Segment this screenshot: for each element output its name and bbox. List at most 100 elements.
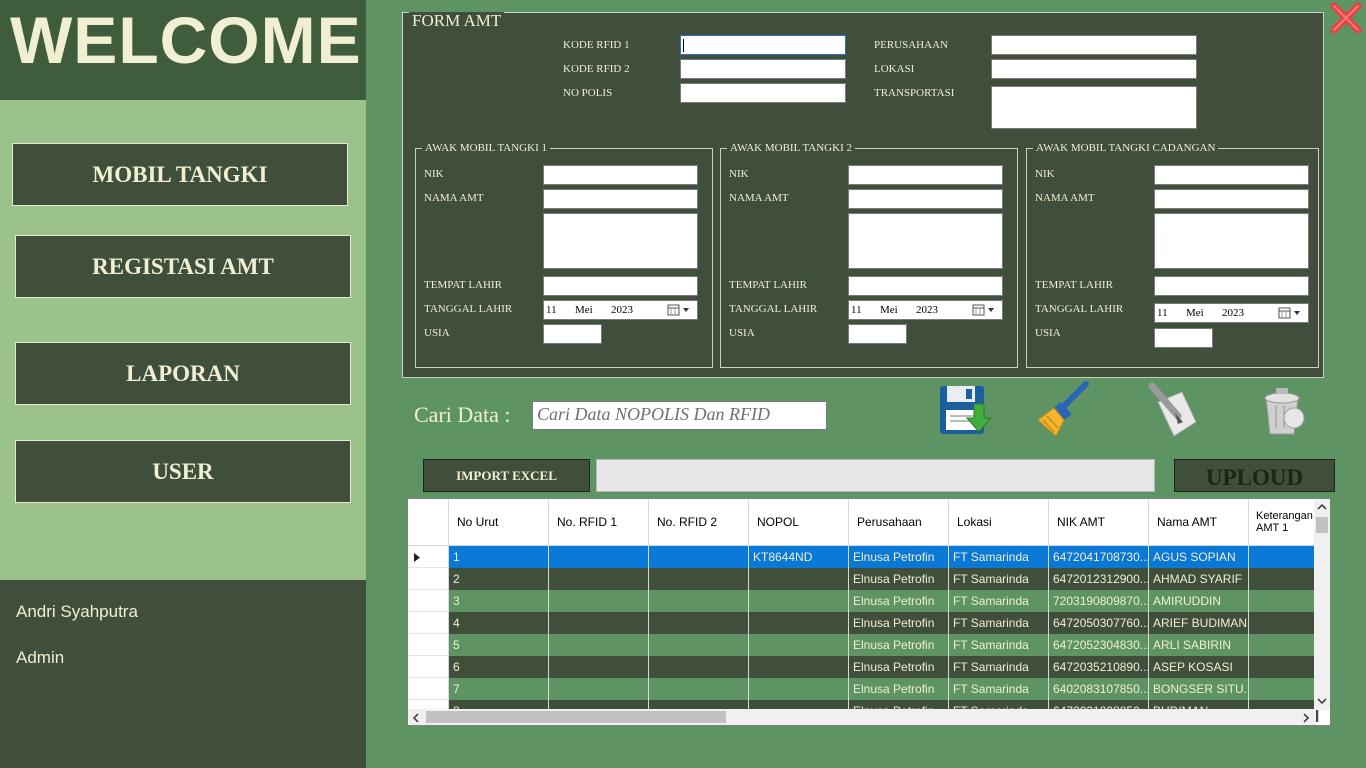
calendar-dropdown-icon[interactable] [1278,306,1304,320]
cell-nopol[interactable] [749,678,849,700]
cell-rfid-2[interactable] [649,678,749,700]
transportasi-input[interactable] [991,86,1197,129]
col-header-rfid-1[interactable]: No. RFID 1 [549,499,649,546]
cell-rfid-2[interactable] [649,612,749,634]
cell-keterangan[interactable] [1249,634,1319,656]
cell-lokasi[interactable]: FT Samarinda [949,656,1049,678]
col-header-nama-amt[interactable]: Nama AMT [1149,499,1249,546]
nama-amt-input[interactable] [1154,189,1309,209]
nik-input[interactable] [848,165,1003,185]
cell-keterangan[interactable] [1249,656,1319,678]
tanggal-lahir-picker[interactable]: 11 Mei 2023 [1154,303,1309,323]
col-header-nopol[interactable]: NOPOL [749,499,849,546]
horizontal-scroll-thumb[interactable] [426,711,726,723]
table-row[interactable]: 2 Elnusa Petrofin FT Samarinda 647201231290… [408,568,1319,590]
cell-nopol[interactable] [749,590,849,612]
usia-input[interactable] [1154,328,1213,348]
col-header-rfid-2[interactable]: No. RFID 2 [649,499,749,546]
edit-icon[interactable] [1148,382,1202,438]
cell-rfid-2[interactable] [649,568,749,590]
cell-rfid-2[interactable] [649,590,749,612]
tanggal-lahir-picker[interactable]: 11 Mei 2023 [848,300,1003,320]
registasi-amt-button[interactable]: REGISTASI AMT [15,235,351,298]
tempat-lahir-input[interactable] [543,276,698,296]
calendar-dropdown-icon[interactable] [972,303,998,317]
uploud-button[interactable]: UPLOUD [1174,459,1335,492]
cell-nik-amt[interactable]: 6472052304830... [1049,634,1149,656]
cell-no-urut[interactable]: 1 [449,546,549,568]
col-header-no-urut[interactable]: No Urut [449,499,549,546]
kode-rfid-1-input[interactable] [680,35,846,55]
col-header-lokasi[interactable]: Lokasi [949,499,1049,546]
cell-perusahaan[interactable]: Elnusa Petrofin [849,612,949,634]
cell-no-urut[interactable]: 2 [449,568,549,590]
cell-nik-amt[interactable]: 6472012312900... [1049,568,1149,590]
nik-input[interactable] [1154,165,1309,185]
cell-keterangan[interactable] [1249,590,1319,612]
cell-nama-amt[interactable]: BONGSER SITU... [1149,678,1249,700]
vertical-scrollbar[interactable] [1314,499,1330,710]
cell-nama-amt[interactable]: ARLI SABIRIN [1149,634,1249,656]
row-header[interactable] [408,634,449,656]
user-button[interactable]: USER [15,440,351,503]
scroll-left-icon[interactable] [412,713,420,723]
col-header-nik-amt[interactable]: NIK AMT [1049,499,1149,546]
cell-no-urut[interactable]: 3 [449,590,549,612]
close-icon[interactable] [1328,0,1364,36]
cell-rfid-1[interactable] [549,568,649,590]
cell-rfid-1[interactable] [549,612,649,634]
cell-no-urut[interactable]: 5 [449,634,549,656]
cell-keterangan[interactable] [1249,546,1319,568]
search-input[interactable]: Cari Data NOPOLIS Dan RFID [532,401,827,430]
cell-nik-amt[interactable]: 7203190809870... [1049,590,1149,612]
cell-perusahaan[interactable]: Elnusa Petrofin [849,634,949,656]
cell-nopol[interactable] [749,656,849,678]
address-input[interactable] [1154,213,1309,269]
cell-lokasi[interactable]: FT Samarinda [949,634,1049,656]
address-input[interactable] [543,213,698,269]
vertical-scroll-thumb[interactable] [1316,517,1328,533]
table-row[interactable]: 6 Elnusa Petrofin FT Samarinda 647203521089… [408,656,1319,678]
cell-nopol[interactable] [749,612,849,634]
perusahaan-input[interactable] [991,35,1197,55]
cell-rfid-2[interactable] [649,546,749,568]
broom-icon[interactable] [1034,380,1092,438]
cell-lokasi[interactable]: FT Samarinda [949,612,1049,634]
cell-keterangan[interactable] [1249,612,1319,634]
cell-keterangan[interactable] [1249,568,1319,590]
lokasi-input[interactable] [991,59,1197,79]
cell-nopol[interactable] [749,634,849,656]
kode-rfid-2-input[interactable] [680,59,846,79]
cell-nopol[interactable]: KT8644ND [749,546,849,568]
row-header[interactable] [408,546,449,568]
cell-no-urut[interactable]: 6 [449,656,549,678]
cell-perusahaan[interactable]: Elnusa Petrofin [849,546,949,568]
row-header[interactable] [408,590,449,612]
row-header[interactable] [408,612,449,634]
tanggal-lahir-picker[interactable]: 11 Mei 2023 [543,300,698,320]
usia-input[interactable] [848,324,907,344]
cell-nik-amt[interactable]: 6472050307760... [1049,612,1149,634]
cell-rfid-2[interactable] [649,634,749,656]
col-header-keterangan[interactable]: Keterangan AMT 1 [1249,499,1319,546]
nama-amt-input[interactable] [848,189,1003,209]
table-row[interactable]: 5 Elnusa Petrofin FT Samarinda 647205230483… [408,634,1319,656]
cell-rfid-1[interactable] [549,590,649,612]
cell-lokasi[interactable]: FT Samarinda [949,590,1049,612]
col-header-perusahaan[interactable]: Perusahaan [849,499,949,546]
cell-rfid-1[interactable] [549,634,649,656]
cell-nik-amt[interactable]: 6472035210890... [1049,656,1149,678]
cell-nama-amt[interactable]: AMIRUDDIN [1149,590,1249,612]
nik-input[interactable] [543,165,698,185]
cell-no-urut[interactable]: 4 [449,612,549,634]
no-polis-input[interactable] [680,83,846,103]
cell-nama-amt[interactable]: ARIEF BUDIMAN [1149,612,1249,634]
cell-perusahaan[interactable]: Elnusa Petrofin [849,656,949,678]
cell-nik-amt[interactable]: 6472041708730... [1049,546,1149,568]
cell-nama-amt[interactable]: ASEP KOSASI [1149,656,1249,678]
scroll-down-icon[interactable] [1317,697,1327,705]
cell-perusahaan[interactable]: Elnusa Petrofin [849,678,949,700]
nama-amt-input[interactable] [543,189,698,209]
cell-perusahaan[interactable]: Elnusa Petrofin [849,568,949,590]
file-path-field[interactable] [596,459,1155,492]
